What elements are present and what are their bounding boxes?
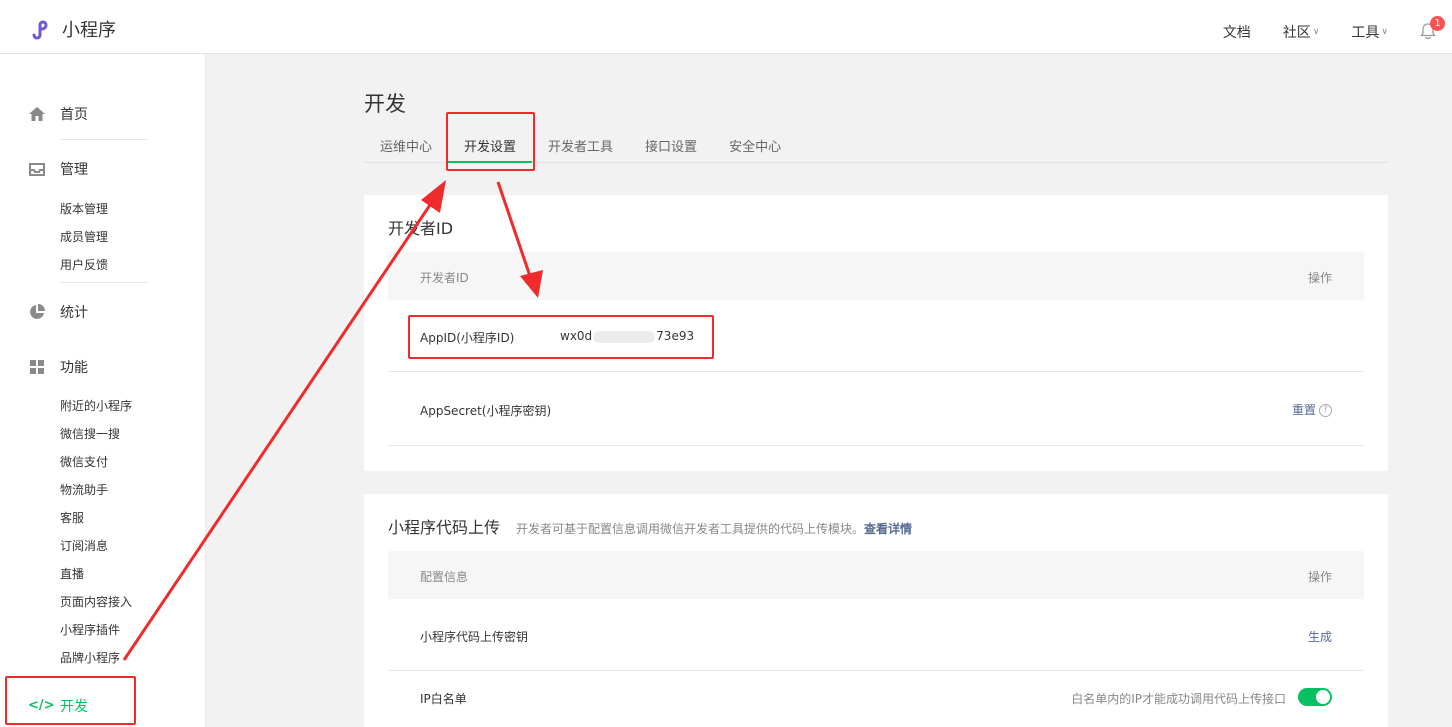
help-icon[interactable]: ? [1319, 404, 1332, 417]
sidebar-item-manage[interactable]: 管理 [28, 159, 88, 179]
card-title: 小程序代码上传 开发者可基于配置信息调用微信开发者工具提供的代码上传模块。查看详情 [388, 514, 912, 538]
top-nav: 文档 社区 ∨ 工具 ∨ 1 [1191, 16, 1445, 42]
column-header: 操作 [1307, 271, 1332, 285]
sidebar-item-label: 管理 [60, 162, 88, 178]
notification-badge: 1 [1430, 16, 1445, 31]
sidebar-item-features[interactable]: 功能 [28, 357, 88, 377]
description-text: 开发者可基于配置信息调用微信开发者工具提供的代码上传模块。 [516, 522, 865, 536]
tools-menu[interactable]: 工具 ∨ [1351, 22, 1388, 42]
inbox-icon [29, 163, 45, 176]
sidebar-subitem-live[interactable]: 直播 [60, 565, 84, 582]
secret-label: AppSecret(小程序密钥) [420, 404, 552, 418]
card-title-text: 小程序代码上传 [388, 518, 501, 537]
annotation-box-sidebar-dev [5, 676, 136, 725]
column-header: 开发者ID [420, 271, 469, 285]
card-description: 开发者可基于配置信息调用微信开发者工具提供的代码上传模块。查看详情 [516, 522, 912, 536]
main-content: 开发 运维中心 开发设置 开发者工具 接口设置 安全中心 开发者ID 开发者ID… [206, 54, 1452, 727]
column-header: 操作 [1307, 570, 1332, 584]
sidebar-item-stats[interactable]: 统计 [28, 302, 88, 322]
details-link[interactable]: 查看详情 [864, 522, 912, 536]
table-row: AppSecret(小程序密钥) 重置? [388, 372, 1364, 446]
code-upload-card: 小程序代码上传 开发者可基于配置信息调用微信开发者工具提供的代码上传模块。查看详情… [364, 494, 1388, 727]
sidebar-subitem-brand[interactable]: 品牌小程序 [60, 649, 120, 666]
grid-icon [30, 360, 44, 374]
tab-api-settings[interactable]: 接口设置 [629, 124, 713, 163]
divider [60, 282, 148, 283]
sidebar-subitem-pay[interactable]: 微信支付 [60, 453, 108, 470]
sidebar-subitem-subscribe[interactable]: 订阅消息 [60, 537, 108, 554]
ip-whitelist-hint: 白名单内的IP才能成功调用代码上传接口 [1071, 692, 1286, 706]
tab-ops[interactable]: 运维中心 [364, 124, 448, 163]
logo[interactable]: 小程序 [30, 16, 116, 42]
sidebar-subitem-plugin[interactable]: 小程序插件 [60, 621, 120, 638]
card-title: 开发者ID [388, 219, 454, 238]
toggle-knob [1316, 690, 1330, 704]
column-header: 配置信息 [420, 570, 469, 584]
sidebar-subitem-nearby[interactable]: 附近的小程序 [60, 397, 132, 414]
sidebar-subitem-version[interactable]: 版本管理 [60, 200, 108, 217]
community-label: 社区 [1282, 25, 1311, 41]
mini-program-logo-icon [32, 20, 48, 40]
page-title: 开发 [364, 92, 406, 116]
sidebar-subitem-search[interactable]: 微信搜一搜 [60, 425, 120, 442]
sidebar-item-label: 统计 [60, 305, 88, 321]
table-header: 配置信息 操作 [388, 551, 1364, 599]
sidebar-subitem-service[interactable]: 客服 [60, 509, 84, 526]
sidebar-item-label: 功能 [60, 360, 88, 376]
sidebar-subitem-logistics[interactable]: 物流助手 [60, 481, 108, 498]
tab-dev-tools[interactable]: 开发者工具 [532, 124, 629, 163]
annotation-box-appid [408, 315, 714, 359]
reset-secret-link[interactable]: 重置? [1292, 401, 1332, 418]
sidebar: 首页 管理 版本管理 成员管理 用户反馈 统计 功能 附近的小程序 微信搜一搜 … [0, 54, 206, 727]
table-header: 开发者ID 操作 [388, 252, 1364, 300]
ip-whitelist-toggle[interactable] [1298, 688, 1332, 706]
annotation-box-tab [446, 112, 535, 171]
home-icon [29, 107, 45, 121]
top-header: 小程序 文档 社区 ∨ 工具 ∨ 1 [0, 0, 1452, 54]
sidebar-subitem-members[interactable]: 成员管理 [60, 228, 108, 245]
sidebar-subitem-content[interactable]: 页面内容接入 [60, 593, 132, 610]
notification-bell[interactable]: 1 [1420, 16, 1445, 41]
upload-key-label: 小程序代码上传密钥 [420, 630, 529, 644]
table-row: 小程序代码上传密钥 生成 [388, 599, 1364, 671]
tab-security[interactable]: 安全中心 [713, 124, 797, 163]
divider [60, 139, 148, 140]
community-menu[interactable]: 社区 ∨ [1283, 22, 1320, 42]
tools-label: 工具 [1351, 25, 1380, 41]
sidebar-item-label: 首页 [60, 107, 88, 123]
chevron-down-icon: ∨ [1312, 27, 1320, 37]
sidebar-subitem-feedback[interactable]: 用户反馈 [60, 256, 108, 273]
sidebar-item-home[interactable]: 首页 [28, 104, 88, 124]
reset-label: 重置 [1291, 403, 1316, 417]
docs-link[interactable]: 文档 [1223, 22, 1251, 42]
docs-label: 文档 [1222, 25, 1251, 41]
app-name: 小程序 [62, 20, 116, 41]
ip-whitelist-label: IP白名单 [420, 692, 467, 706]
generate-key-link[interactable]: 生成 [1308, 628, 1332, 645]
table-row: IP白名单 白名单内的IP才能成功调用代码上传接口 [388, 671, 1364, 727]
chevron-down-icon: ∨ [1381, 27, 1388, 37]
pie-chart-icon [30, 304, 45, 319]
